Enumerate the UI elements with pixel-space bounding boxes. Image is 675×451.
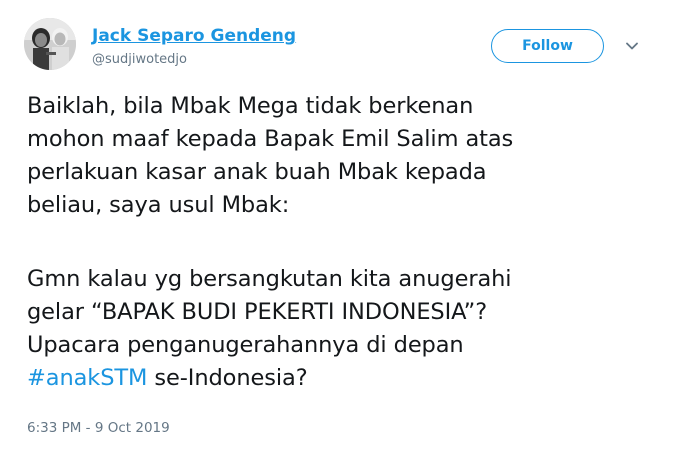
tweet-card: Jack Separo Gendeng @sudjiwotedjo Follow… [0, 0, 675, 451]
tweet-text-suffix: se-Indonesia? [147, 365, 308, 391]
tweet-text-line: Gmn kalau yg bersangkutan kita anugerahi [27, 266, 512, 292]
hashtag-link[interactable]: #anakSTM [27, 365, 147, 391]
tweet-text: Baiklah, bila Mbak Mega tidak berkenan m… [27, 90, 657, 395]
follow-button[interactable]: Follow [491, 29, 604, 63]
avatar-image [24, 18, 76, 70]
tweet-text-last-line: #anakSTM se-Indonesia? [27, 362, 657, 395]
avatar[interactable] [24, 18, 76, 70]
author-handle[interactable]: @sudjiwotedjo [92, 52, 187, 67]
tweet-text-line: perlakuan kasar anak buah Mbak kepada [27, 159, 487, 185]
tweet-text-line: gelar “BAPAK BUDI PEKERTI INDONESIA”? [27, 299, 488, 325]
author-display-name[interactable]: Jack Separo Gendeng [92, 26, 296, 46]
tweet-text-line: Upacara penganugerahannya di depan [27, 332, 464, 358]
chevron-down-icon[interactable] [624, 38, 640, 54]
tweet-text-line: mohon maaf kepada Bapak Emil Salim atas [27, 126, 514, 152]
tweet-text-line: Baiklah, bila Mbak Mega tidak berkenan [27, 93, 474, 119]
tweet-timestamp[interactable]: 6:33 PM - 9 Oct 2019 [27, 420, 170, 436]
tweet-text-line: beliau, saya usul Mbak: [27, 192, 290, 218]
